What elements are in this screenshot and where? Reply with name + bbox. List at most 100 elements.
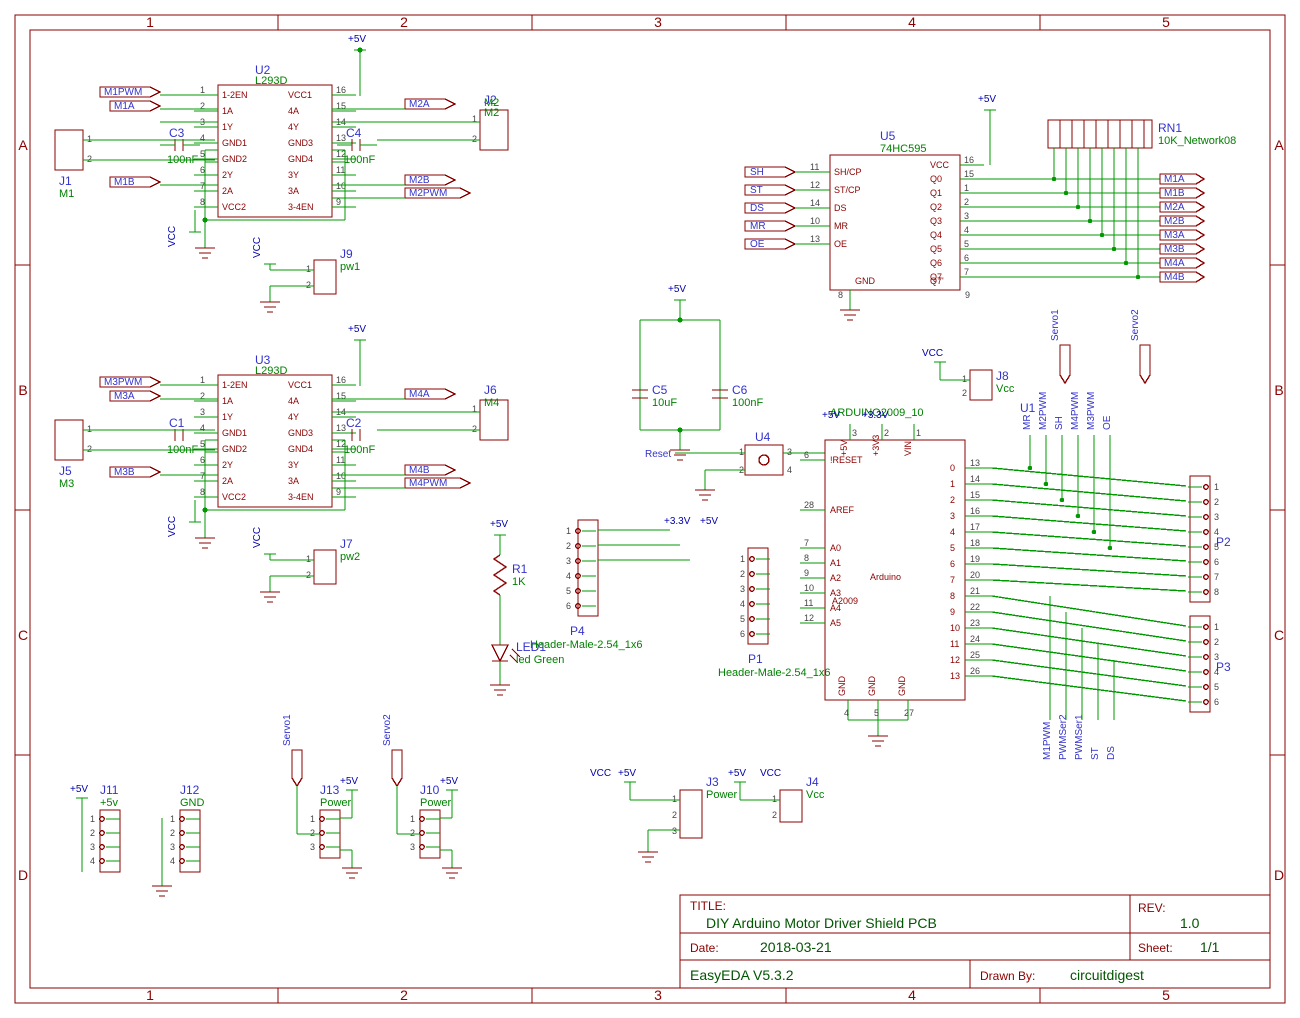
svg-text:3A: 3A	[288, 186, 299, 196]
svg-text:VCC: VCC	[167, 516, 178, 537]
svg-text:ST: ST	[750, 185, 763, 196]
svg-text:6: 6	[804, 450, 809, 460]
svg-text:5: 5	[874, 708, 879, 718]
svg-text:4: 4	[200, 423, 205, 433]
svg-text:1Y: 1Y	[222, 122, 233, 132]
svg-text:TITLE:: TITLE:	[690, 899, 726, 913]
svg-text:Q5: Q5	[930, 244, 942, 254]
j10: J10Power 123 +5V Servo2	[382, 714, 462, 878]
svg-text:C: C	[1274, 627, 1284, 643]
svg-text:1: 1	[566, 526, 571, 536]
svg-text:3: 3	[852, 428, 857, 438]
svg-text:Q2: Q2	[930, 202, 942, 212]
svg-text:4: 4	[950, 527, 955, 537]
svg-text:3: 3	[654, 14, 662, 30]
svg-text:+5V: +5V	[978, 94, 996, 105]
svg-text:2: 2	[87, 154, 92, 164]
svg-text:Drawn By:: Drawn By:	[980, 969, 1035, 983]
svg-text:J10: J10	[420, 783, 440, 797]
svg-text:C: C	[18, 627, 28, 643]
svg-text:1: 1	[146, 14, 154, 30]
svg-text:10uF: 10uF	[652, 397, 677, 409]
svg-text:5: 5	[1162, 987, 1170, 1003]
svg-text:M4A: M4A	[409, 389, 430, 400]
svg-text:P2: P2	[1216, 535, 1231, 549]
svg-text:15: 15	[970, 490, 980, 500]
j3: J3Power 123 +5V VCC	[590, 768, 738, 862]
svg-text:1A: 1A	[222, 396, 233, 406]
svg-text:16: 16	[970, 506, 980, 516]
svg-text:5: 5	[1214, 682, 1219, 692]
svg-text:C6: C6	[732, 383, 748, 397]
u2-block: U2 L293D 11-2EN21A31Y4GND15GND262Y72A8VC…	[55, 34, 508, 258]
svg-text:1: 1	[950, 479, 955, 489]
svg-text:4: 4	[566, 571, 571, 581]
svg-text:+5V: +5V	[822, 410, 840, 421]
j12: J12GND 1234	[152, 783, 205, 896]
svg-text:4A: 4A	[288, 396, 299, 406]
svg-text:pw2: pw2	[340, 551, 360, 563]
svg-text:+5V: +5V	[700, 516, 718, 527]
svg-text:13: 13	[970, 458, 980, 468]
svg-text:MR: MR	[834, 221, 848, 231]
svg-text:4Y: 4Y	[288, 412, 299, 422]
svg-text:2: 2	[1214, 497, 1219, 507]
svg-text:3: 3	[1214, 512, 1219, 522]
svg-text:Date:: Date:	[690, 941, 719, 955]
j11: +5V J11+5v 1234	[70, 783, 120, 872]
svg-text:pw1: pw1	[340, 261, 360, 273]
svg-text:M1PWM: M1PWM	[104, 87, 142, 98]
svg-text:GND: GND	[180, 797, 205, 809]
svg-text:Reset: Reset	[645, 449, 671, 460]
j13: J13Power 123 +5V Servo1	[282, 714, 362, 878]
svg-text:7: 7	[200, 471, 205, 481]
svg-text:1: 1	[772, 794, 777, 804]
svg-text:J5: J5	[59, 464, 72, 478]
svg-text:10: 10	[810, 216, 820, 226]
svg-text:Servo1: Servo1	[282, 714, 293, 746]
svg-text:22: 22	[970, 602, 980, 612]
svg-text:GND4: GND4	[288, 154, 313, 164]
svg-text:1: 1	[310, 814, 315, 824]
svg-text:A5: A5	[830, 618, 841, 628]
svg-text:J4: J4	[806, 775, 819, 789]
svg-text:3: 3	[410, 842, 415, 852]
svg-text:9: 9	[950, 607, 955, 617]
svg-text:1: 1	[146, 987, 154, 1003]
svg-text:4: 4	[170, 856, 175, 866]
svg-text:3: 3	[964, 211, 969, 221]
svg-text:1: 1	[200, 85, 205, 95]
svg-text:+5V: +5V	[839, 440, 849, 456]
svg-text:2: 2	[306, 570, 311, 580]
svg-text:1: 1	[87, 424, 92, 434]
svg-text:11: 11	[950, 639, 959, 649]
svg-text:VCC: VCC	[252, 237, 263, 258]
svg-text:U1: U1	[1020, 401, 1036, 415]
svg-text:C1: C1	[169, 416, 185, 430]
svg-text:4: 4	[740, 599, 745, 609]
svg-text:26: 26	[970, 666, 980, 676]
svg-text:VCC: VCC	[760, 768, 781, 779]
r1-led: +5V R11K LED1led Green	[490, 519, 564, 695]
svg-text:2: 2	[740, 569, 745, 579]
svg-text:5: 5	[740, 614, 745, 624]
svg-text:1: 1	[672, 794, 677, 804]
svg-text:1: 1	[1214, 482, 1219, 492]
svg-text:3: 3	[90, 842, 95, 852]
svg-text:1: 1	[306, 554, 311, 564]
svg-text:SH/CP: SH/CP	[834, 167, 862, 177]
svg-text:M2PWM: M2PWM	[409, 188, 447, 199]
svg-text:R1: R1	[512, 562, 528, 576]
svg-text:2: 2	[1214, 637, 1219, 647]
svg-text:6: 6	[566, 601, 571, 611]
svg-text:Vcc: Vcc	[806, 789, 825, 801]
svg-text:1.0: 1.0	[1180, 915, 1200, 931]
svg-text:2: 2	[410, 828, 415, 838]
svg-text:1: 1	[740, 554, 745, 564]
svg-text:M4A: M4A	[1164, 258, 1185, 269]
svg-text:+3.3V: +3.3V	[862, 410, 889, 421]
svg-text:J8: J8	[996, 369, 1009, 383]
svg-text:SH: SH	[750, 167, 764, 178]
svg-text:4: 4	[90, 856, 95, 866]
svg-text:5: 5	[200, 149, 205, 159]
